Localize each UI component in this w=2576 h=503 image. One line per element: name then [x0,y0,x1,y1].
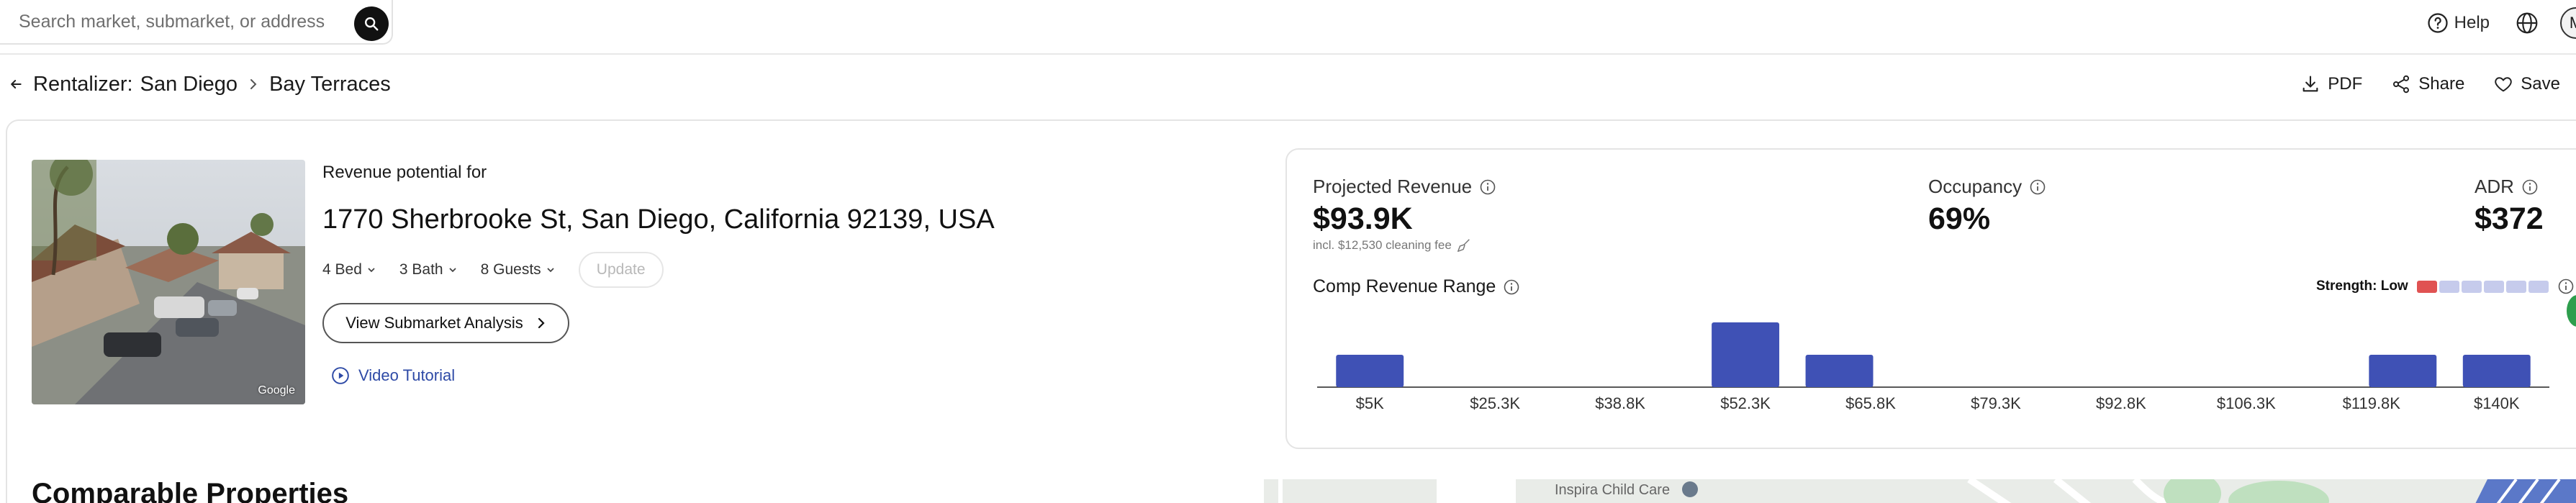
chart-tick-label: $140K [2474,394,2520,412]
avatar[interactable]: M [2560,7,2576,39]
chart-bar[interactable] [2369,355,2437,387]
bed-select[interactable]: 4 Bed [322,261,376,278]
save-button[interactable]: Save [2493,74,2560,94]
map-place-label: Inspira Child Care [1555,482,1671,498]
chevron-right-icon [538,317,545,329]
download-icon [2302,76,2318,92]
search-box[interactable]: Search market, submarket, or address [0,0,393,45]
breadcrumb-bar: Rentalizer: San Diego Bay Terraces PDF S… [0,66,2576,102]
chevron-down-icon [448,268,456,273]
save-label: Save [2521,74,2560,94]
chart-tick-label: $38.8K [1595,394,1645,412]
video-tutorial-label: Video Tutorial [358,366,456,384]
back-arrow-icon[interactable] [9,77,23,91]
chart-tick-label: $106.3K [2217,394,2276,412]
help-label: Help [2454,13,2490,32]
help-icon [2428,13,2448,33]
chart-bar[interactable] [2462,355,2531,387]
comp-revenue-chart: $5K $25.3K $38.8K $52.3K $65.8K $79.3K $92.8K $… [1317,322,2549,412]
share-label: Share [2418,74,2465,94]
share-icon [2393,75,2410,94]
chart-bar[interactable] [1805,355,1874,387]
guests-select[interactable]: 8 Guests [481,261,556,278]
chart-tick-label: $119.8K [2343,394,2401,412]
search-button[interactable] [354,6,389,41]
chart-tick-label: $65.8K [1845,394,1896,412]
revenue-potential-label: Revenue potential for [322,163,487,182]
search-icon [365,17,379,31]
bath-value: 3 Bath [399,261,443,278]
breadcrumb: Rentalizer: San Diego Bay Terraces [9,66,391,102]
search-input[interactable]: Search market, submarket, or address [19,12,325,32]
property-photo: Google [32,160,305,404]
pdf-button[interactable]: PDF [2300,74,2362,94]
top-bar: Search market, submarket, or address Hel… [0,0,2576,55]
avatar-initial: M [2569,14,2576,32]
submarket-button-label: View Submarket Analysis [345,314,523,332]
bed-value: 4 Bed [322,261,362,278]
play-circle-icon [332,367,349,384]
heart-icon [2495,77,2513,92]
photo-credit: Google [258,384,295,396]
chevron-right-icon [248,77,259,91]
chevron-down-icon [547,268,554,273]
chart-tick-label: $92.8K [2096,394,2146,412]
view-submarket-button[interactable]: View Submarket Analysis [322,303,569,343]
chart-tick-label: $52.3K [1720,394,1771,412]
globe-icon [2516,12,2538,34]
revenue-panel: Projected Revenue $93.9K incl. $12,530 c… [1285,148,2576,449]
chart-tick-label: $25.3K [1470,394,1520,412]
comparables-map[interactable]: Inspira Child Care [1264,479,2576,503]
property-address: 1770 Sherbrooke St, San Diego, Californi… [322,204,995,235]
chart-bar[interactable] [1712,322,1780,387]
chevron-down-icon [368,268,375,273]
bath-select[interactable]: 3 Bath [399,261,458,278]
property-filters: 4 Bed 3 Bath 8 Guests Update [322,252,664,288]
chart-tick-label: $79.3K [1971,394,2021,412]
chart-bar[interactable] [1336,355,1404,387]
chart-tick-label: $5K [1356,394,1384,412]
pdf-label: PDF [2328,74,2363,94]
comparable-properties-title: Comparable Properties [32,478,349,503]
update-button[interactable]: Update [578,252,664,288]
breadcrumb-prefix: Rentalizer: [33,72,133,96]
help-button[interactable]: Help [2427,12,2490,34]
video-tutorial-link[interactable]: Video Tutorial [331,366,455,385]
update-label: Update [596,261,646,278]
breadcrumb-market[interactable]: San Diego [140,73,238,96]
guests-value: 8 Guests [480,261,541,278]
language-button[interactable] [2516,12,2539,35]
share-button[interactable]: Share [2391,74,2464,94]
breadcrumb-submarket: Bay Terraces [269,72,391,96]
